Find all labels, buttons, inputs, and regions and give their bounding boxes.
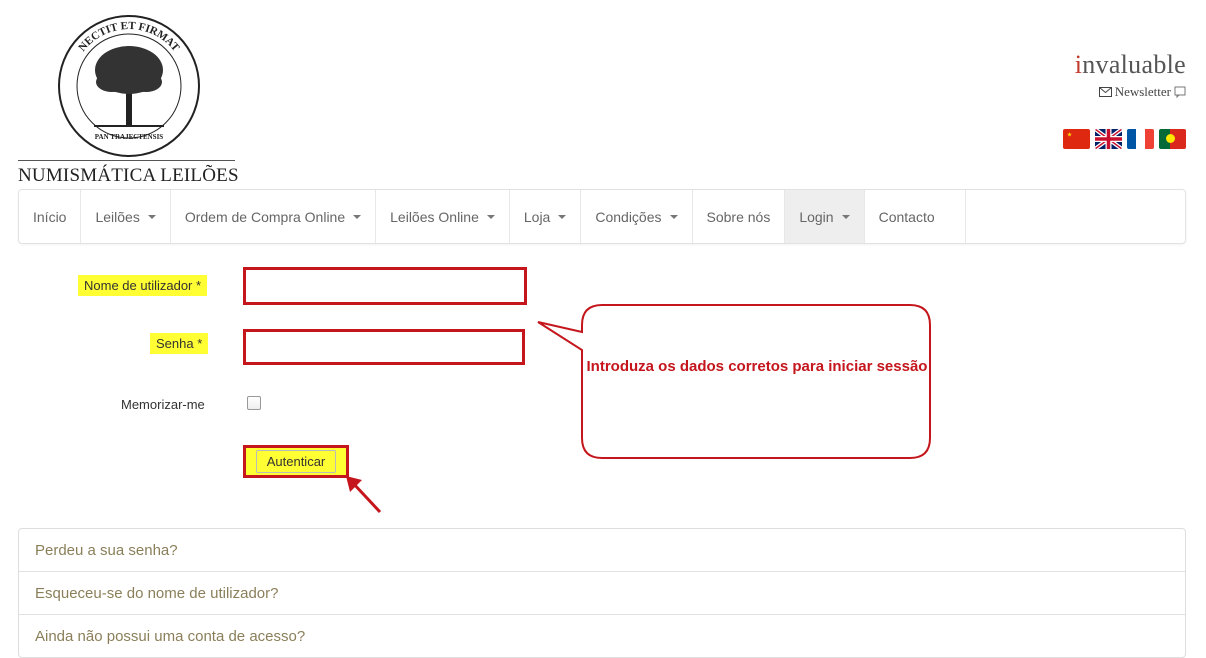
nav-label: Contacto — [878, 208, 935, 225]
nav-inicio[interactable]: Início — [19, 190, 82, 243]
caret-down-icon — [558, 214, 567, 219]
forgot-username-link[interactable]: Esqueceu-se do nome de utilizador? — [19, 572, 1185, 615]
portugal-flag-icon[interactable] — [1159, 129, 1186, 149]
nav-leiloes[interactable]: Leilões — [81, 190, 171, 243]
caret-down-icon — [669, 214, 678, 219]
username-label: Nome de utilizador * — [78, 275, 208, 296]
caret-down-icon — [841, 214, 850, 219]
callout-text: Introduza os dados corretos para iniciar… — [586, 358, 928, 375]
help-links-list: Perdeu a sua senha? Esqueceu-se do nome … — [18, 528, 1186, 658]
nav-label: Ordem de Compra Online — [184, 208, 346, 225]
nav-condicoes[interactable]: Condições — [581, 190, 693, 243]
password-input[interactable] — [243, 329, 525, 365]
nav-label: Sobre nós — [706, 208, 771, 225]
emblem-subtext: PAN TRAJECTENSIS — [95, 133, 164, 141]
uk-flag-icon[interactable] — [1095, 129, 1122, 149]
nav-sobre-nos[interactable]: Sobre nós — [693, 190, 786, 243]
nav-ordem-de-compra-online[interactable]: Ordem de Compra Online — [171, 190, 377, 243]
nav-leiloes-online[interactable]: Leilões Online — [376, 190, 510, 243]
remember-label: Memorizar-me — [121, 397, 205, 412]
password-label: Senha * — [150, 333, 209, 354]
remember-me-checkbox[interactable] — [247, 396, 261, 410]
china-flag-icon[interactable] — [1063, 129, 1090, 149]
invaluable-brand-link[interactable]: invaluable — [1075, 50, 1186, 80]
logo-divider — [18, 160, 235, 161]
password-label-text: Senha * — [150, 333, 209, 354]
username-label-text: Nome de utilizador * — [78, 275, 208, 296]
site-logo-text[interactable]: NUMISMÁTICA LEILÕES — [18, 165, 239, 187]
create-account-link[interactable]: Ainda não possui uma conta de acesso? — [19, 615, 1185, 657]
submit-button-highlight: Autenticar — [243, 445, 349, 478]
callout-bubble — [537, 304, 931, 459]
external-window-icon — [1174, 86, 1186, 98]
envelope-icon — [1098, 87, 1112, 97]
login-submit-button[interactable]: Autenticar — [255, 450, 337, 473]
username-input[interactable] — [243, 267, 527, 305]
france-flag-icon[interactable] — [1127, 129, 1154, 149]
nav-label: Início — [33, 208, 67, 225]
arrow-pointer-icon — [346, 476, 382, 514]
nav-loja[interactable]: Loja — [510, 190, 582, 243]
lost-password-link[interactable]: Perdeu a sua senha? — [19, 529, 1185, 572]
nav-contacto[interactable]: Contacto — [865, 190, 966, 243]
nav-login[interactable]: Login — [785, 190, 865, 243]
nav-label: Login — [799, 208, 834, 225]
newsletter-label: Newsletter — [1114, 84, 1171, 99]
caret-down-icon — [147, 214, 156, 219]
language-flags — [1063, 129, 1186, 149]
nav-label: Leilões — [95, 208, 140, 225]
nav-label: Leilões Online — [390, 208, 479, 225]
caret-down-icon — [353, 214, 362, 219]
main-navbar: Início Leilões Ordem de Compra Online Le… — [18, 189, 1186, 244]
newsletter-link[interactable]: Newsletter — [1098, 84, 1186, 100]
brand-rest: nvaluable — [1082, 50, 1186, 79]
nav-label: Loja — [523, 208, 551, 225]
nav-label: Condições — [595, 208, 662, 225]
logo-emblem: NECTIT ET FIRMAT PAN TRAJECTENSIS — [58, 15, 200, 157]
caret-down-icon — [486, 214, 495, 219]
